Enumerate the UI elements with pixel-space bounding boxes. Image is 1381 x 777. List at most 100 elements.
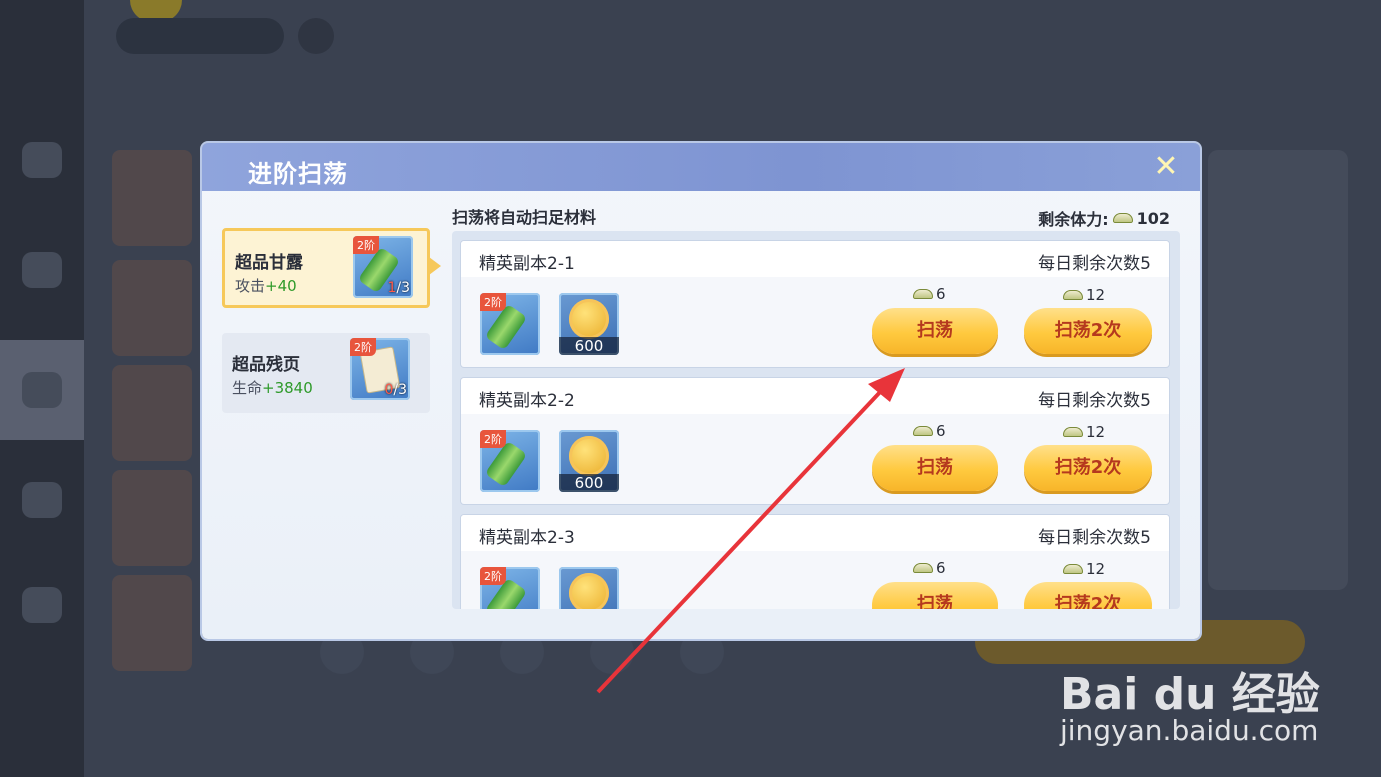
sweep-button[interactable]: 扫荡 bbox=[872, 445, 998, 491]
bg-nav-shop bbox=[0, 110, 84, 210]
dialog-title: 进阶扫荡 bbox=[248, 160, 348, 188]
stamina-label: 剩余体力: bbox=[1038, 210, 1109, 229]
sweep-twice-button[interactable]: 扫荡2次 bbox=[1024, 582, 1152, 609]
dumpling-icon bbox=[1063, 564, 1083, 574]
watermark-url: jingyan.baidu.com bbox=[1060, 714, 1319, 747]
sweep-hint: 扫荡将自动扫足材料 bbox=[452, 208, 597, 227]
dumpling-icon bbox=[1112, 213, 1133, 223]
tier-tag: 2阶 bbox=[480, 430, 506, 448]
dumpling-icon bbox=[1063, 290, 1083, 300]
stat-label: 攻击 bbox=[235, 277, 266, 295]
tier-tag: 2阶 bbox=[353, 236, 379, 254]
cost-single: 6 bbox=[913, 422, 946, 440]
side-tab-material-2[interactable]: 超品残页 生命+3840 2阶 0/3 bbox=[222, 333, 430, 413]
tab-name: 超品残页 bbox=[232, 355, 300, 375]
sweep-twice-button[interactable]: 扫荡2次 bbox=[1024, 445, 1152, 491]
item-count: 0/3 bbox=[384, 382, 407, 398]
tab-stat: 生命+3840 bbox=[232, 377, 313, 398]
stage-row: 精英副本2-2 每日剩余次数5 2阶 600 6 12 扫荡 扫荡2次 bbox=[461, 378, 1169, 504]
stage-header: 精英副本2-2 每日剩余次数5 bbox=[461, 378, 1169, 414]
count-total: /3 bbox=[396, 280, 410, 296]
stage-remaining-count: 每日剩余次数5 bbox=[1038, 254, 1151, 274]
bg-nav-chat bbox=[0, 555, 84, 655]
stage-row: 精英副本2-1 每日剩余次数5 2阶 600 6 12 扫荡 扫荡2次 bbox=[461, 241, 1169, 367]
stamina-display: 剩余体力: 102 bbox=[1038, 206, 1170, 230]
bg-nav-settings bbox=[0, 450, 84, 550]
cost-value: 6 bbox=[936, 422, 946, 440]
dumpling-icon bbox=[913, 563, 933, 573]
sweep-twice-button[interactable]: 扫荡2次 bbox=[1024, 308, 1152, 354]
gold-coin-icon bbox=[569, 573, 609, 609]
reward-coin-icon[interactable]: 600 bbox=[559, 430, 619, 492]
page-item-icon: 2阶 0/3 bbox=[350, 338, 410, 400]
tab-name: 超品甘露 bbox=[235, 253, 303, 273]
chat-icon bbox=[22, 587, 62, 623]
reward-nectar-icon[interactable]: 2阶 bbox=[480, 293, 540, 355]
stage-name: 精英副本2-2 bbox=[479, 391, 575, 411]
tab-stat: 攻击+40 bbox=[235, 275, 297, 296]
cost-double: 12 bbox=[1063, 286, 1105, 304]
bg-top-pill bbox=[116, 18, 284, 54]
dumpling-icon bbox=[913, 289, 933, 299]
dumpling-icon bbox=[913, 426, 933, 436]
stage-name: 精英副本2-3 bbox=[479, 528, 575, 548]
home-icon bbox=[22, 252, 62, 288]
side-tab-material-1[interactable]: 超品甘露 攻击+40 2阶 1/3 bbox=[222, 228, 441, 308]
cost-double: 12 bbox=[1063, 423, 1105, 441]
dialog-header: 进阶扫荡 ✕ bbox=[202, 143, 1200, 191]
stage-list[interactable]: 精英副本2-1 每日剩余次数5 2阶 600 6 12 扫荡 扫荡2次 精英副本… bbox=[452, 231, 1180, 609]
count-total: /3 bbox=[393, 382, 407, 398]
bg-hero-card bbox=[112, 470, 192, 566]
gold-coin-icon bbox=[569, 299, 609, 339]
shop-icon bbox=[22, 142, 62, 178]
cost-value: 12 bbox=[1086, 423, 1106, 441]
stage-header: 精英副本2-3 每日剩余次数5 bbox=[461, 515, 1169, 551]
stage-row: 精英副本2-3 每日剩余次数5 2阶 600 6 12 扫荡 扫荡2次 bbox=[461, 515, 1169, 609]
reward-coin-icon[interactable]: 600 bbox=[559, 293, 619, 355]
tier-tag: 2阶 bbox=[480, 293, 506, 311]
dumpling-icon bbox=[1063, 427, 1083, 437]
background-sidebar bbox=[0, 0, 84, 777]
selected-arrow-icon bbox=[429, 257, 441, 275]
stat-label: 生命 bbox=[232, 379, 263, 397]
bg-hero-card bbox=[112, 150, 192, 246]
bg-hero-card bbox=[112, 575, 192, 671]
cost-value: 12 bbox=[1086, 560, 1106, 578]
stamina-value: 102 bbox=[1136, 208, 1170, 228]
sweep-button[interactable]: 扫荡 bbox=[872, 308, 998, 354]
gear-icon bbox=[22, 482, 62, 518]
bg-top-button bbox=[298, 18, 334, 54]
watermark-logo: Bai du 经验 bbox=[1060, 669, 1320, 720]
stage-remaining-count: 每日剩余次数5 bbox=[1038, 391, 1151, 411]
stat-value: +3840 bbox=[262, 379, 313, 397]
coin-amount: 600 bbox=[559, 474, 619, 492]
advanced-sweep-dialog: 进阶扫荡 ✕ 超品甘露 攻击+40 2阶 1/3 超品残页 生命+3840 2阶… bbox=[202, 143, 1200, 639]
cost-value: 6 bbox=[936, 285, 946, 303]
close-icon[interactable]: ✕ bbox=[1150, 151, 1182, 183]
coin-amount: 600 bbox=[559, 337, 619, 355]
tier-tag: 2阶 bbox=[480, 567, 506, 585]
baidu-watermark: Bai du 经验 jingyan.baidu.com bbox=[1060, 640, 1360, 750]
tier-tag: 2阶 bbox=[350, 338, 376, 356]
reward-nectar-icon[interactable]: 2阶 bbox=[480, 430, 540, 492]
nectar-item-icon: 2阶 1/3 bbox=[353, 236, 413, 298]
sweep-button[interactable]: 扫荡 bbox=[872, 582, 998, 609]
cost-value: 6 bbox=[936, 559, 946, 577]
stage-header: 精英副本2-1 每日剩余次数5 bbox=[461, 241, 1169, 277]
reward-nectar-icon[interactable]: 2阶 bbox=[480, 567, 540, 609]
stage-name: 精英副本2-1 bbox=[479, 254, 575, 274]
cost-value: 12 bbox=[1086, 286, 1106, 304]
item-count: 1/3 bbox=[387, 280, 410, 296]
cost-single: 6 bbox=[913, 285, 946, 303]
bg-nav-home bbox=[0, 220, 84, 320]
stat-value: +40 bbox=[265, 277, 297, 295]
cost-single: 6 bbox=[913, 559, 946, 577]
bg-hero-card bbox=[112, 365, 192, 461]
reward-coin-icon[interactable]: 600 bbox=[559, 567, 619, 609]
bg-hero-card bbox=[112, 260, 192, 356]
cost-double: 12 bbox=[1063, 560, 1105, 578]
stage-remaining-count: 每日剩余次数5 bbox=[1038, 528, 1151, 548]
bg-right-panel bbox=[1208, 150, 1348, 590]
bg-nav-hero bbox=[0, 340, 84, 440]
gold-coin-icon bbox=[569, 436, 609, 476]
